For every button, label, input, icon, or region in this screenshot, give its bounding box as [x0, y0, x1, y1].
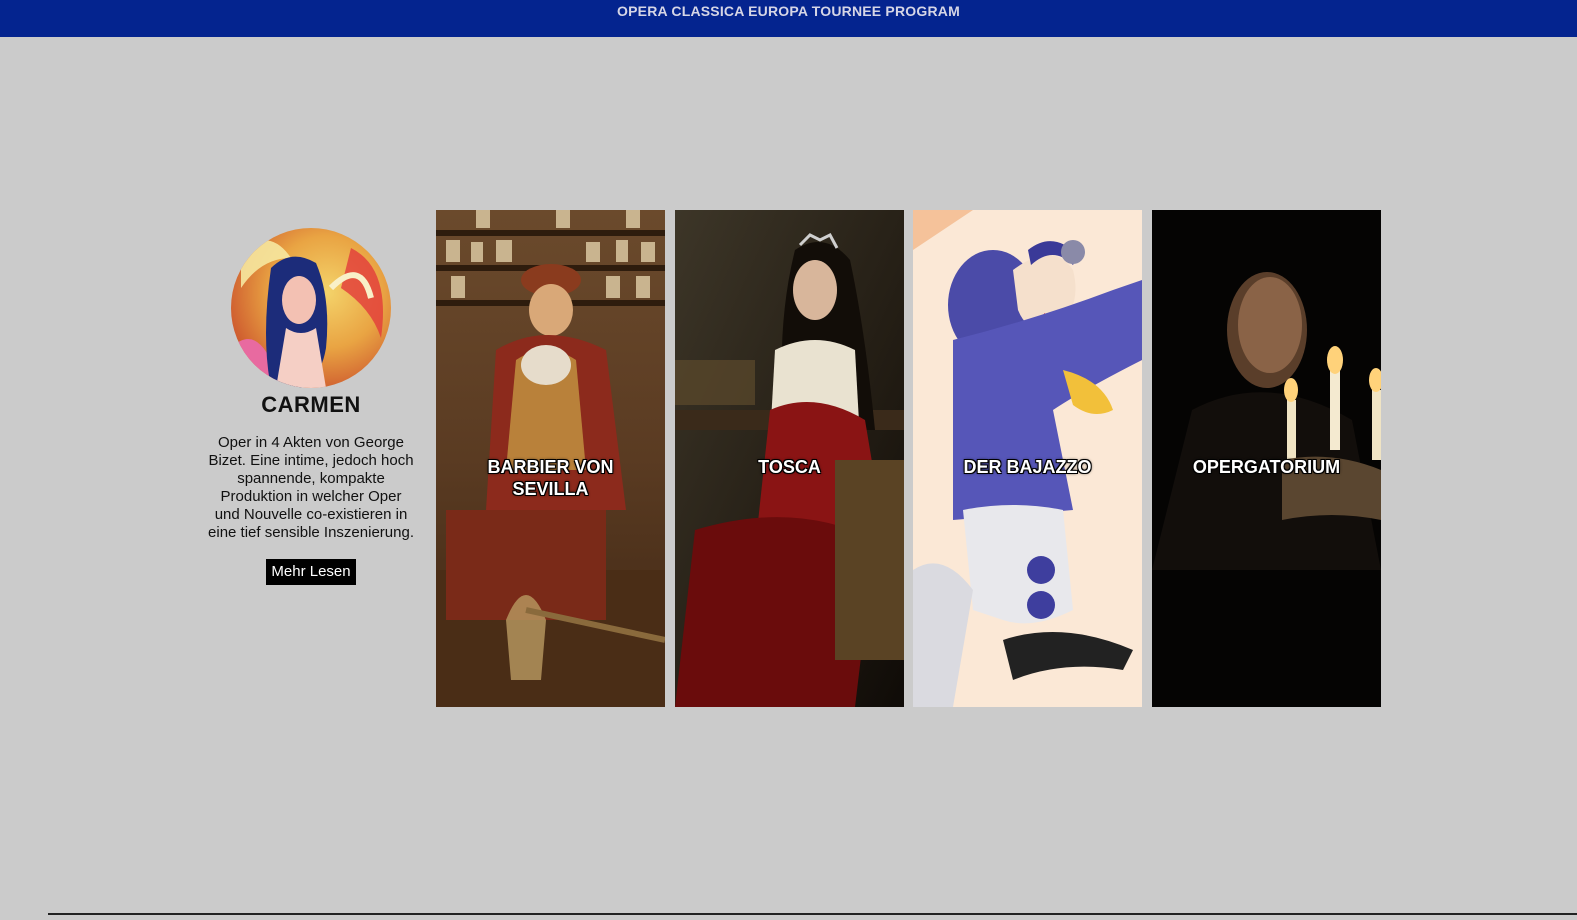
card-label-barbier: BARBIER VON SEVILLA — [487, 457, 614, 499]
opera-card-opergatorium[interactable]: OPERGATORIUM — [1152, 210, 1381, 707]
featured-description: Oper in 4 Akten von George Bizet. Eine i… — [208, 434, 414, 541]
card-label-opergatorium: OPERGATORIUM — [1192, 457, 1341, 477]
card-label-bajazzo: DER BAJAZZO — [963, 457, 1092, 477]
carmen-portrait-image — [231, 228, 391, 388]
opera-card-tosca[interactable]: TOSCA — [675, 210, 904, 707]
read-more-button[interactable]: Mehr Lesen — [266, 559, 356, 585]
featured-opera-panel: CARMEN Oper in 4 Akten von George Bizet.… — [206, 228, 416, 585]
bottom-divider — [48, 913, 1577, 915]
card-label-tosca: TOSCA — [758, 457, 821, 477]
opera-card-barbier[interactable]: BARBIER VON SEVILLA — [436, 210, 665, 707]
site-title: OPERA CLASSICA EUROPA TOURNEE PROGRAM — [617, 3, 960, 19]
featured-title: CARMEN — [261, 392, 361, 417]
top-header-bar: OPERA CLASSICA EUROPA TOURNEE PROGRAM — [0, 0, 1577, 37]
opera-card-bajazzo[interactable]: DER BAJAZZO — [913, 210, 1142, 707]
